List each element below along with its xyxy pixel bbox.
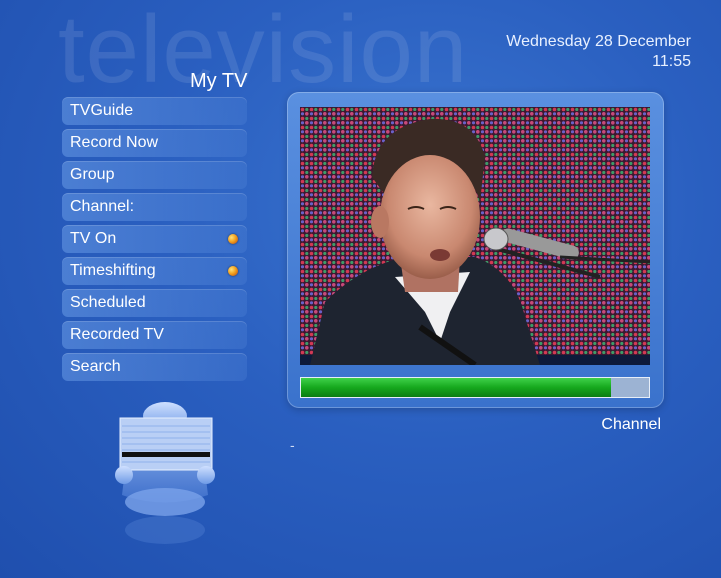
video-frame-image <box>300 107 650 365</box>
tv-preview-panel <box>287 92 664 408</box>
main-menu: TVGuide Record Now Group Channel: TV On … <box>62 97 247 385</box>
menu-item-label: Record Now <box>70 134 159 151</box>
menu-item-recorded-tv[interactable]: Recorded TV <box>62 321 247 349</box>
status-indicator-icon <box>228 266 238 276</box>
menu-item-group[interactable]: Group <box>62 161 247 189</box>
menu-item-channel[interactable]: Channel: <box>62 193 247 221</box>
menu-item-search[interactable]: Search <box>62 353 247 381</box>
menu-item-label: Channel: <box>70 198 135 215</box>
menu-item-tv-on[interactable]: TV On <box>62 225 247 253</box>
menu-item-label: Recorded TV <box>70 326 164 343</box>
section-watermark: television <box>58 0 469 103</box>
menu-item-label: Scheduled <box>70 294 146 311</box>
menu-item-scheduled[interactable]: Scheduled <box>62 289 247 317</box>
menu-item-label: Search <box>70 358 121 375</box>
menu-item-label: Group <box>70 166 115 183</box>
mytv-mascot-icon <box>115 402 215 544</box>
tv-video-preview[interactable] <box>300 107 650 365</box>
progress-fill <box>301 378 611 397</box>
date-text: Wednesday 28 December <box>506 33 691 50</box>
menu-item-label: Timeshifting <box>70 262 156 279</box>
menu-item-label: TV On <box>70 230 117 247</box>
channel-label: Channel <box>601 416 661 433</box>
status-indicator-icon <box>228 234 238 244</box>
page-title: My TV <box>190 70 248 92</box>
menu-item-tvguide[interactable]: TVGuide <box>62 97 247 125</box>
menu-item-record-now[interactable]: Record Now <box>62 129 247 157</box>
datetime-display: Wednesday 28 December 11:55 <box>506 32 691 72</box>
menu-item-timeshifting[interactable]: Timeshifting <box>62 257 247 285</box>
program-info: - <box>290 437 295 453</box>
playback-progress-bar[interactable] <box>300 377 650 398</box>
menu-item-label: TVGuide <box>70 102 134 119</box>
time-text: 11:55 <box>652 53 691 70</box>
